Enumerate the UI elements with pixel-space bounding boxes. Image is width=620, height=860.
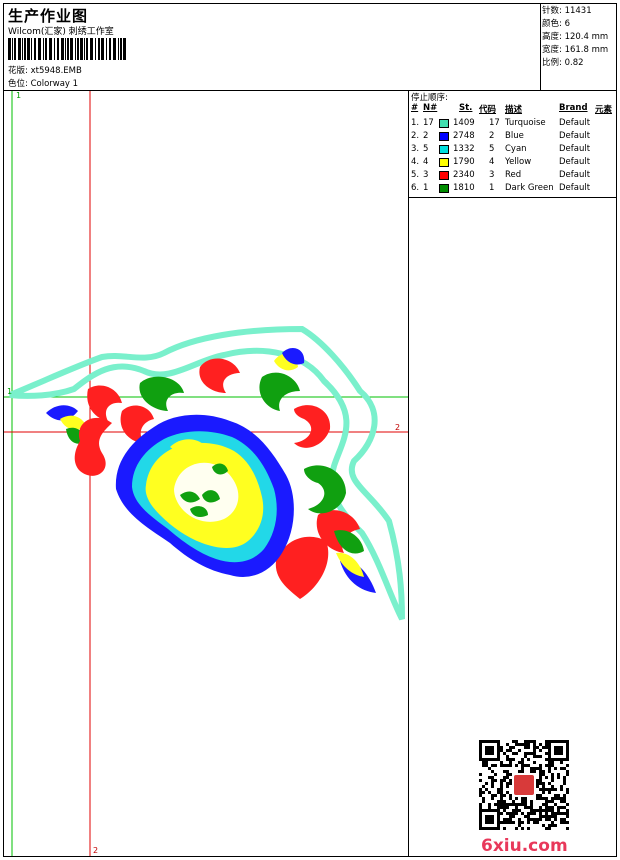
barcode [8, 38, 126, 60]
production-sheet: 生产作业图 Wilcom(汇家) 刺绣工作室 花版: xt5948.EMB 色位… [3, 3, 617, 857]
red-bottom-marker: 2 [93, 846, 99, 855]
col-code: 代码 [479, 105, 497, 115]
row-code: 17 [489, 118, 500, 128]
col-brand: Brand [559, 103, 588, 113]
stat-width: 宽度: 161.8 mm [542, 45, 609, 55]
page-title: 生产作业图 [8, 7, 89, 25]
row-stitches: 1332 [453, 144, 475, 154]
table-row: 1. 17 1409 17 Turquoise Default [409, 117, 617, 130]
watermark: 6xiu.com [481, 836, 568, 856]
stop-sequence-header: # N# St. 代码 描述 Brand 元素 [409, 103, 617, 116]
red-scroll-top [199, 358, 240, 393]
row-stitches: 1790 [453, 157, 475, 167]
row-code: 4 [489, 157, 495, 167]
row-index: 1. [411, 118, 420, 128]
row-needle: 3 [423, 170, 429, 180]
colorway-line: 色位: Colorway 1 [8, 77, 78, 89]
row-index: 3. [411, 144, 420, 154]
colorway-value: Colorway 1 [30, 79, 79, 89]
stop-sequence-title: 停止顺序: [411, 93, 448, 103]
row-stitches: 1810 [453, 183, 475, 193]
row-description: Red [505, 170, 522, 180]
color-swatch [439, 132, 449, 141]
table-row: 6. 1 1810 1 Dark Green Default [409, 182, 617, 195]
table-row: 3. 5 1332 5 Cyan Default [409, 143, 617, 156]
col-index: # [411, 103, 419, 113]
col-element: 元素 [595, 105, 613, 115]
color-swatch [439, 184, 449, 193]
color-swatch [439, 158, 449, 167]
panel-divider [409, 197, 617, 198]
embroidery-preview [4, 91, 408, 856]
red-scroll-right [294, 405, 331, 448]
row-stitches: 2748 [453, 131, 475, 141]
row-description: Turquoise [505, 118, 546, 128]
red-scroll-upper-left [87, 385, 122, 421]
row-brand: Default [559, 183, 591, 193]
row-index: 5. [411, 170, 420, 180]
table-row: 2. 2 2748 2 Blue Default [409, 130, 617, 143]
stat-colors: 颜色: 6 [542, 19, 570, 29]
col-stitches: St. [459, 103, 473, 113]
row-code: 5 [489, 144, 495, 154]
seal-icon [514, 775, 534, 795]
row-code: 3 [489, 170, 495, 180]
row-needle: 5 [423, 144, 429, 154]
row-brand: Default [559, 131, 591, 141]
row-index: 6. [411, 183, 420, 193]
pattern-label: 花版: [8, 66, 28, 76]
red-right-marker: 2 [395, 423, 401, 432]
header-info: 生产作业图 Wilcom(汇家) 刺绣工作室 花版: xt5948.EMB 色位… [4, 4, 541, 90]
col-needle: N# [423, 103, 438, 113]
row-description: Cyan [505, 144, 527, 154]
row-index: 4. [411, 157, 420, 167]
green-left-marker: 1 [7, 387, 13, 396]
green-scroll-top-right [259, 372, 300, 411]
row-needle: 2 [423, 131, 429, 141]
green-top-marker: 1 [16, 91, 22, 100]
stat-height: 高度: 120.4 mm [542, 32, 609, 42]
row-stitches: 2340 [453, 170, 475, 180]
stat-scale: 比例: 0.82 [542, 58, 584, 68]
row-code: 1 [489, 183, 495, 193]
row-description: Blue [505, 131, 524, 141]
table-row: 4. 4 1790 4 Yellow Default [409, 156, 617, 169]
color-swatch [439, 119, 449, 128]
row-needle: 1 [423, 183, 429, 193]
row-needle: 4 [423, 157, 429, 167]
row-description: Yellow [505, 157, 532, 167]
row-description: Dark Green [505, 183, 554, 193]
color-swatch [439, 145, 449, 154]
col-description: 描述 [505, 105, 523, 115]
row-brand: Default [559, 170, 591, 180]
pattern-value: xt5948.EMB [30, 66, 82, 76]
stat-stitches: 针数: 11431 [542, 6, 592, 16]
row-stitches: 1409 [453, 118, 475, 128]
stats-panel: 针数: 11431 颜色: 6 高度: 120.4 mm 宽度: 161.8 m… [540, 4, 616, 90]
row-brand: Default [559, 144, 591, 154]
row-index: 2. [411, 131, 420, 141]
row-brand: Default [559, 157, 591, 167]
qr-code [479, 740, 569, 830]
color-swatch [439, 171, 449, 180]
row-needle: 17 [423, 118, 434, 128]
design-canvas: 1 1 2 2 [4, 91, 408, 856]
company-name: Wilcom(汇家) 刺绣工作室 [8, 27, 114, 37]
row-brand: Default [559, 118, 591, 128]
colorway-label: 色位: [8, 79, 28, 89]
table-row: 5. 3 2340 3 Red Default [409, 169, 617, 182]
row-code: 2 [489, 131, 495, 141]
pattern-line: 花版: xt5948.EMB [8, 64, 82, 76]
green-scroll-top-left [139, 376, 184, 411]
